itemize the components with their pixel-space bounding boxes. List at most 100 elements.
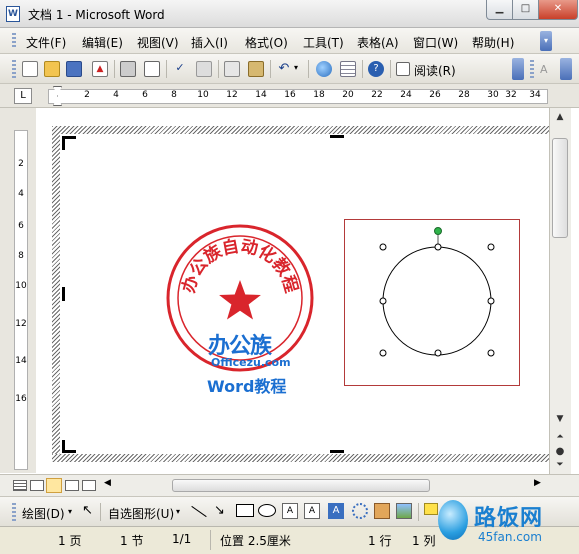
menu-window[interactable]: 窗口(W) xyxy=(413,34,458,51)
scroll-left-icon[interactable]: ◀ xyxy=(104,478,111,488)
horizontal-ruler[interactable]: 2 4 6 8 10 12 14 16 18 20 22 24 26 28 30… xyxy=(48,89,548,104)
ruler-tick-label: 12 xyxy=(15,319,27,329)
rectangle-tool-icon[interactable] xyxy=(236,504,254,517)
selected-circle-shape[interactable] xyxy=(375,225,499,361)
scroll-up-icon[interactable]: ▲ xyxy=(551,112,569,128)
resize-handle[interactable] xyxy=(434,349,442,357)
toolbar-separator xyxy=(390,60,391,78)
save-icon[interactable] xyxy=(66,61,82,77)
scroll-down-icon[interactable]: ▼ xyxy=(551,414,569,430)
open-folder-icon[interactable] xyxy=(44,61,60,77)
resize-handle[interactable] xyxy=(487,243,495,251)
insert-picture-icon[interactable] xyxy=(396,503,412,519)
menu-overflow-button[interactable]: ▾ xyxy=(540,31,552,51)
frame-hatch-bottom xyxy=(52,454,549,462)
seal-graphic[interactable]: 办公族自动化教程 xyxy=(160,218,320,398)
autoshapes-button[interactable]: 自选图形(U) xyxy=(108,505,174,522)
menu-table[interactable]: 表格(A) xyxy=(357,34,399,51)
resize-handle[interactable] xyxy=(379,243,387,251)
menu-format[interactable]: 格式(O) xyxy=(245,34,288,51)
undo-icon[interactable]: ↶ xyxy=(276,61,292,77)
draw-menu-dropdown-icon[interactable]: ▾ xyxy=(68,507,72,516)
new-document-icon[interactable] xyxy=(22,61,38,77)
research-icon[interactable] xyxy=(196,61,212,77)
ruler-tick-label: 6 xyxy=(18,221,24,231)
ruler-tick-label: 8 xyxy=(18,251,24,261)
menu-insert[interactable]: 插入(I) xyxy=(191,34,228,51)
word-app-icon[interactable]: W xyxy=(6,6,20,22)
ruler-tick-label: 14 xyxy=(255,90,267,100)
seal-logo-url: Officezu.com xyxy=(211,356,291,369)
ruler-tick-label: 16 xyxy=(15,394,27,404)
print-layout-view-icon[interactable] xyxy=(46,478,62,493)
menu-file[interactable]: 文件(F) xyxy=(26,34,66,51)
status-separator xyxy=(210,530,211,550)
insert-clip-art-icon[interactable] xyxy=(374,503,390,519)
menu-edit[interactable]: 编辑(E) xyxy=(82,34,123,51)
toolbar-overflow-button[interactable] xyxy=(512,58,524,80)
resize-handle[interactable] xyxy=(434,243,442,251)
seal-logo-subtitle: Word教程 xyxy=(207,377,287,396)
font-size-icon[interactable]: A xyxy=(540,63,548,76)
formatting-toolbar-grip[interactable] xyxy=(530,60,534,78)
toolbar-separator xyxy=(218,60,219,78)
web-layout-view-icon[interactable] xyxy=(30,480,44,491)
arrow-tool-icon[interactable]: ↘ xyxy=(214,503,225,518)
vertical-text-box-icon[interactable]: A xyxy=(304,503,320,519)
undo-dropdown-icon[interactable]: ▾ xyxy=(294,63,298,72)
toolbar-grip[interactable] xyxy=(12,60,16,78)
copy-icon[interactable] xyxy=(224,61,240,77)
toolbar-separator xyxy=(166,60,167,78)
maximize-button[interactable]: □ xyxy=(512,0,539,20)
ruler-tick-label: 4 xyxy=(18,189,24,199)
drawing-toolbar-grip[interactable] xyxy=(12,503,16,521)
ruler-tick-label: 2 xyxy=(18,159,24,169)
scroll-right-icon[interactable]: ▶ xyxy=(534,478,541,488)
tab-selector[interactable]: L xyxy=(14,88,32,104)
close-button[interactable]: ✕ xyxy=(538,0,578,20)
horizontal-scroll-thumb[interactable] xyxy=(172,479,430,492)
permission-icon[interactable]: ▲ xyxy=(92,61,108,77)
paste-icon[interactable] xyxy=(248,61,264,77)
print-icon[interactable] xyxy=(120,61,136,77)
vertical-ruler[interactable]: 2 4 6 8 10 12 14 16 xyxy=(14,130,28,470)
normal-view-icon[interactable] xyxy=(13,480,27,491)
watermark-logo-icon xyxy=(438,500,468,540)
text-box-tool-icon[interactable]: A xyxy=(282,503,298,519)
spelling-check-icon[interactable]: ✓ xyxy=(172,61,188,77)
menu-tools[interactable]: 工具(T) xyxy=(303,34,344,51)
ruler-tick-label: 12 xyxy=(226,90,238,100)
toolbar-separator xyxy=(308,60,309,78)
formatting-overflow-button[interactable] xyxy=(560,58,572,80)
menu-view[interactable]: 视图(V) xyxy=(137,34,179,51)
frame-hatch-left xyxy=(52,126,60,462)
vertical-scroll-thumb[interactable] xyxy=(552,138,568,238)
resize-handle[interactable] xyxy=(487,297,495,305)
resize-handle[interactable] xyxy=(487,349,495,357)
oval-tool-icon[interactable] xyxy=(258,504,276,517)
insert-table-icon[interactable] xyxy=(340,61,356,77)
rotation-handle[interactable] xyxy=(434,227,442,235)
fill-color-icon[interactable] xyxy=(424,503,438,515)
menu-help[interactable]: 帮助(H) xyxy=(472,34,514,51)
reading-layout-view-icon[interactable] xyxy=(82,480,96,491)
minimize-button[interactable]: ▁ xyxy=(486,0,513,20)
autoshapes-dropdown-icon[interactable]: ▾ xyxy=(176,507,180,516)
menu-bar-grip[interactable] xyxy=(12,33,16,49)
read-mode-icon xyxy=(396,62,410,76)
read-mode-button[interactable]: 阅读(R) xyxy=(414,62,456,79)
outline-view-icon[interactable] xyxy=(65,480,79,491)
crop-mark-top-left xyxy=(62,136,76,150)
help-icon[interactable]: ? xyxy=(368,61,384,77)
ruler-tick-label: 26 xyxy=(429,90,441,100)
status-section: 1 节 xyxy=(120,534,144,548)
insert-wordart-icon[interactable]: A xyxy=(328,503,344,519)
draw-menu-button[interactable]: 绘图(D) xyxy=(22,505,65,522)
resize-handle[interactable] xyxy=(379,297,387,305)
print-preview-icon[interactable] xyxy=(144,61,160,77)
insert-diagram-icon[interactable] xyxy=(352,503,368,519)
select-objects-icon[interactable]: ↖ xyxy=(82,503,93,518)
hyperlink-icon[interactable] xyxy=(316,61,332,77)
resize-handle[interactable] xyxy=(379,349,387,357)
window-title: 文档 1 - Microsoft Word xyxy=(28,8,165,22)
